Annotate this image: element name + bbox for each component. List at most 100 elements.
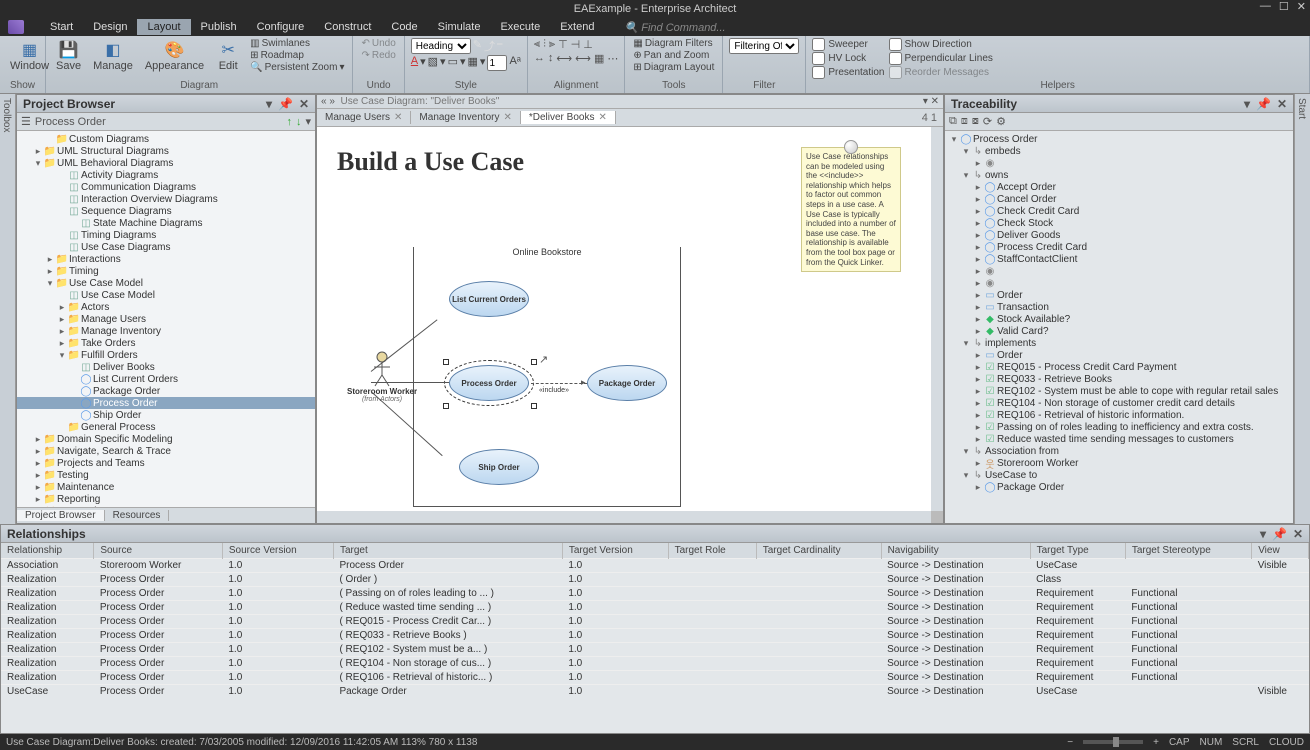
panel-close-icon[interactable]: ✕ bbox=[1277, 97, 1287, 111]
menu-construct[interactable]: Construct bbox=[314, 19, 381, 35]
tree-node[interactable]: ▸📁Testing bbox=[17, 469, 315, 481]
nav-back-icon[interactable]: « bbox=[321, 96, 327, 107]
style-more-icon[interactable]: ⎯ bbox=[497, 38, 503, 54]
dist-h-icon[interactable]: ↔ bbox=[534, 52, 545, 65]
diagram-note[interactable]: Use Case relationships can be modeled us… bbox=[801, 147, 901, 272]
tree-node[interactable]: ▸◉ bbox=[945, 277, 1293, 289]
roadmap-button[interactable]: ⊞ Roadmap bbox=[248, 50, 346, 61]
nav-fwd-icon[interactable]: » bbox=[329, 96, 335, 107]
table-row[interactable]: RealizationProcess Order1.0( REQ015 - Pr… bbox=[1, 615, 1309, 629]
start-strip[interactable]: Start bbox=[1294, 94, 1310, 524]
tree-node[interactable]: ▸📁Domain Specific Modeling bbox=[17, 433, 315, 445]
panel-menu-icon[interactable]: ▾ bbox=[1260, 527, 1266, 541]
tree-node[interactable]: ◯Ship Order bbox=[17, 409, 315, 421]
app-logo-icon[interactable] bbox=[8, 20, 24, 34]
tree-node[interactable]: ▾📁Fulfill Orders bbox=[17, 349, 315, 361]
tree-node[interactable]: ▸▭Order bbox=[945, 349, 1293, 361]
tree-node[interactable]: ◫Sequence Diagrams bbox=[17, 205, 315, 217]
panel-menu-icon[interactable]: ▾ bbox=[1244, 97, 1250, 111]
menu-configure[interactable]: Configure bbox=[247, 19, 315, 35]
menu-publish[interactable]: Publish bbox=[191, 19, 247, 35]
usecase-ship-order[interactable]: Ship Order bbox=[459, 449, 539, 485]
style-apply-icon[interactable]: ✎ bbox=[473, 38, 482, 54]
traceability-tree[interactable]: ▾◯Process Order▾↳embeds▸◉▾↳owns▸◯Accept … bbox=[945, 131, 1293, 523]
table-header[interactable]: Source Version bbox=[222, 543, 333, 559]
close-icon[interactable]: ✕ bbox=[503, 112, 511, 123]
dist-v-icon[interactable]: ↕ bbox=[548, 52, 554, 65]
include-uc2-uc3[interactable] bbox=[531, 383, 587, 384]
tree-node[interactable]: ◫Use Case Model bbox=[17, 289, 315, 301]
zoom-out-icon[interactable]: − bbox=[1067, 737, 1073, 748]
tree-node[interactable]: ▸☑REQ033 - Retrieve Books bbox=[945, 373, 1293, 385]
table-header[interactable]: Target Type bbox=[1030, 543, 1125, 559]
minimize-icon[interactable]: — bbox=[1260, 0, 1271, 13]
tree-node[interactable]: ▸◉ bbox=[945, 265, 1293, 277]
usecase-list-current-orders[interactable]: List Current Orders bbox=[449, 281, 529, 317]
tree-node[interactable]: ▾↳Association from bbox=[945, 445, 1293, 457]
table-row[interactable]: RealizationProcess Order1.0( Reduce wast… bbox=[1, 601, 1309, 615]
canvas-h-scrollbar[interactable] bbox=[317, 511, 931, 523]
tr-icon-2[interactable]: ⧈ bbox=[961, 115, 968, 128]
tree-node[interactable]: ◫Deliver Books bbox=[17, 361, 315, 373]
table-header[interactable]: Target Role bbox=[668, 543, 756, 559]
diagram-filters-button[interactable]: ▦ Diagram Filters bbox=[631, 38, 716, 49]
perp-check[interactable]: Perpendicular Lines bbox=[889, 52, 993, 65]
tree-node[interactable]: ▸☑REQ106 - Retrieval of historic informa… bbox=[945, 409, 1293, 421]
doc-tab-manage-inventory[interactable]: Manage Inventory✕ bbox=[411, 111, 520, 124]
diagram-layout-button[interactable]: ⊞ Diagram Layout bbox=[631, 62, 716, 73]
usecase-package-order[interactable]: Package Order bbox=[587, 365, 667, 401]
canvas-v-scrollbar[interactable] bbox=[931, 127, 943, 511]
tree-node[interactable]: ▸◆Valid Card? bbox=[945, 325, 1293, 337]
align-middle-icon[interactable]: ⊣ bbox=[571, 38, 581, 51]
toolbox-strip[interactable]: Toolbox bbox=[0, 94, 16, 524]
presentation-check[interactable]: Presentation bbox=[812, 66, 884, 79]
menu-code[interactable]: Code bbox=[381, 19, 427, 35]
panel-pin-icon[interactable]: 📌 bbox=[1272, 527, 1287, 541]
table-row[interactable]: UseCaseProcess Order1.0Package Order1.0S… bbox=[1, 685, 1309, 699]
table-row[interactable]: RealizationProcess Order1.0( REQ102 - Sy… bbox=[1, 643, 1309, 657]
same-size-icon[interactable]: ▦ bbox=[594, 52, 604, 65]
tree-node[interactable]: ▸📁Interactions bbox=[17, 253, 315, 265]
tree-node[interactable]: ◫State Machine Diagrams bbox=[17, 217, 315, 229]
tree-node[interactable]: ▸📁UML Structural Diagrams bbox=[17, 145, 315, 157]
font-color-icon[interactable]: A bbox=[411, 55, 418, 71]
table-header[interactable]: Target Version bbox=[562, 543, 668, 559]
tr-refresh-icon[interactable]: ⟳ bbox=[983, 115, 992, 128]
table-header[interactable]: View bbox=[1252, 543, 1309, 559]
appearance-button[interactable]: 🎨Appearance bbox=[141, 38, 208, 74]
tree-node[interactable]: ▸웃Storeroom Worker bbox=[945, 457, 1293, 469]
tree-node[interactable]: ▾↳owns bbox=[945, 169, 1293, 181]
tree-node[interactable]: ▸📁Timing bbox=[17, 265, 315, 277]
style-heading-select[interactable]: Heading bbox=[411, 38, 471, 54]
tree-node[interactable]: ▾↳UseCase to bbox=[945, 469, 1293, 481]
table-row[interactable]: RealizationProcess Order1.0( Passing on … bbox=[1, 587, 1309, 601]
tree-node[interactable]: ▸◆Stock Available? bbox=[945, 313, 1293, 325]
table-row[interactable]: AssociationStoreroom Worker1.0Process Or… bbox=[1, 559, 1309, 573]
tree-node[interactable]: ▸◯Check Stock bbox=[945, 217, 1293, 229]
panel-menu-icon[interactable]: ▾ bbox=[266, 97, 272, 111]
tree-node[interactable]: ▾↳embeds bbox=[945, 145, 1293, 157]
tree-node[interactable]: ▸◯Process Credit Card bbox=[945, 241, 1293, 253]
table-row[interactable]: RealizationProcess Order1.0( REQ104 - No… bbox=[1, 657, 1309, 671]
pb-root[interactable]: Process Order bbox=[35, 116, 106, 128]
tr-icon-3[interactable]: ⧇ bbox=[972, 115, 979, 128]
tree-node[interactable]: ▸◯Package Order bbox=[945, 481, 1293, 493]
table-row[interactable]: RealizationProcess Order1.0( REQ106 - Re… bbox=[1, 671, 1309, 685]
relationships-table[interactable]: RelationshipSourceSource VersionTargetTa… bbox=[1, 543, 1309, 733]
tree-node[interactable]: ▸▭Transaction bbox=[945, 301, 1293, 313]
pb-up-icon[interactable]: ↑ bbox=[286, 116, 292, 128]
tree-node[interactable]: ▸📁Actors bbox=[17, 301, 315, 313]
tree-node[interactable]: ▸📁Projects and Teams bbox=[17, 457, 315, 469]
space-icon[interactable]: ⋯ bbox=[607, 52, 618, 65]
same-width-icon[interactable]: ⟷ bbox=[556, 52, 572, 65]
table-header[interactable]: Navigability bbox=[881, 543, 1030, 559]
reorder-check[interactable]: Reorder Messages bbox=[889, 66, 993, 79]
tree-node[interactable]: ▸📁Reporting bbox=[17, 493, 315, 505]
tab-resources[interactable]: Resources bbox=[105, 510, 170, 521]
tree-node[interactable]: ◫Communication Diagrams bbox=[17, 181, 315, 193]
manage-button[interactable]: ◧Manage bbox=[89, 38, 137, 74]
tree-node[interactable]: ◯Process Order bbox=[17, 397, 315, 409]
align-bottom-icon[interactable]: ⊥ bbox=[583, 38, 593, 51]
tree-node[interactable]: ▾📁UML Behavioral Diagrams bbox=[17, 157, 315, 169]
menu-extend[interactable]: Extend bbox=[550, 19, 604, 35]
